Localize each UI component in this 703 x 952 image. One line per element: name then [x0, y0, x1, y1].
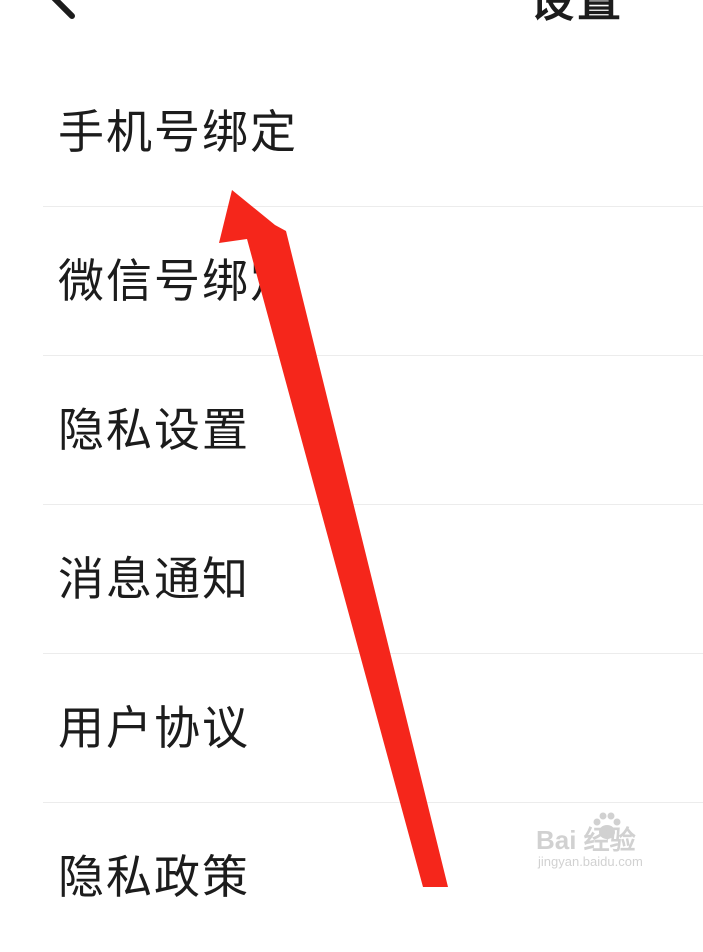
- watermark-logo-text: Bai 经验: [536, 825, 636, 855]
- baidu-jingyan-watermark: Bai 经验 jingyan.baidu.com: [532, 808, 692, 878]
- top-nav-bar: 设置: [0, 0, 703, 40]
- settings-item-label: 用户协议: [58, 701, 250, 755]
- settings-item-label: 消息通知: [58, 552, 250, 606]
- settings-item-notifications[interactable]: 消息通知: [0, 505, 703, 654]
- chevron-left-icon: [51, 0, 75, 19]
- settings-item-privacy-settings[interactable]: 隐私设置: [0, 356, 703, 505]
- settings-item-label: 手机号绑定: [58, 105, 298, 159]
- settings-item-wechat-binding[interactable]: 微信号绑定: [0, 207, 703, 356]
- settings-item-label: 隐私政策: [58, 850, 250, 904]
- settings-item-phone-binding[interactable]: 手机号绑定: [0, 58, 703, 207]
- page-title: 设置: [530, 0, 624, 27]
- settings-item-user-agreement[interactable]: 用户协议: [0, 654, 703, 803]
- settings-item-label: 隐私设置: [58, 403, 250, 457]
- back-button[interactable]: [40, 0, 90, 26]
- watermark-subtext: jingyan.baidu.com: [538, 854, 643, 869]
- settings-item-label: 微信号绑定: [58, 254, 298, 308]
